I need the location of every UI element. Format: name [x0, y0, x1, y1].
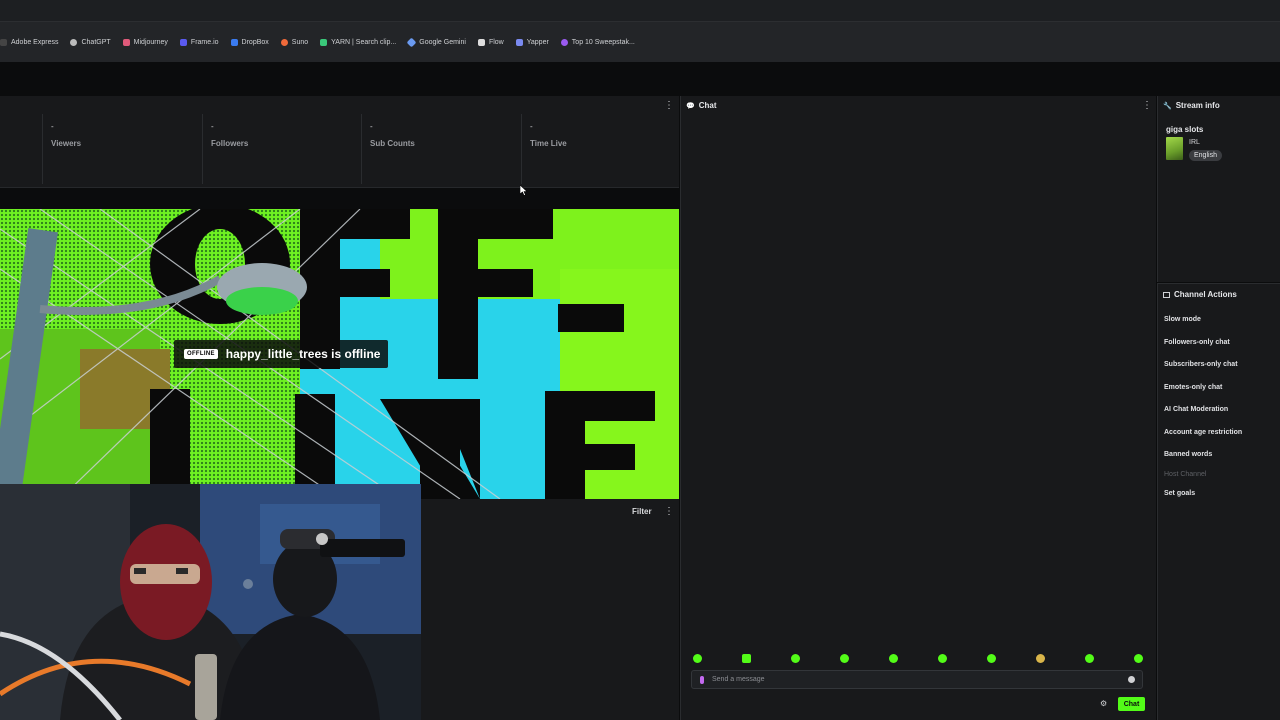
- sweepstakes-icon: [560, 38, 568, 46]
- action-subscribers-only-chat[interactable]: Subscribers-only chat: [1164, 361, 1238, 368]
- chatgpt-icon: [70, 38, 78, 46]
- filter-button[interactable]: Filter: [632, 507, 652, 516]
- lower-panel-menu-icon[interactable]: ⋮: [664, 507, 674, 517]
- stream-title: giga slots: [1166, 125, 1204, 134]
- bookmark-yarn[interactable]: YARN | Search clip...: [320, 38, 396, 46]
- wrench-icon: 🔧: [1163, 102, 1172, 110]
- gemini-icon: [406, 37, 417, 47]
- offline-status-text: happy_little_trees is offline: [225, 347, 381, 361]
- bookmark-sweepstakes[interactable]: Top 10 Sweepstak...: [560, 38, 635, 46]
- flow-icon: [477, 38, 485, 46]
- emote-icon[interactable]: [1134, 654, 1143, 663]
- emote-icon[interactable]: [1085, 654, 1094, 663]
- channel-actions-panel: Channel Actions Slow mode Followers-only…: [1157, 283, 1280, 720]
- bookmark-yapper[interactable]: Yapper: [515, 38, 549, 46]
- bookmark-dropbox[interactable]: DropBox: [230, 38, 269, 46]
- offline-badge: OFFLINE: [184, 349, 218, 359]
- channel-actions-icon: [1163, 291, 1170, 298]
- dropbox-icon: [230, 38, 238, 46]
- yarn-icon: [320, 38, 328, 46]
- chat-panel: 💬 Chat ⋮: [680, 96, 1156, 720]
- bookmark-chatgpt[interactable]: ChatGPT: [70, 38, 111, 46]
- mouse-cursor-icon: [520, 185, 528, 196]
- bookmarks-bar: Adobe Express ChatGPT Midjourney Frame.i…: [0, 22, 1280, 62]
- category-thumbnail: [1166, 137, 1183, 160]
- midjourney-icon: [122, 38, 130, 46]
- chat-message-input[interactable]: Send a message: [691, 670, 1143, 689]
- stat-followers: - Followers: [202, 114, 360, 184]
- webcam-feed-image: [0, 484, 421, 720]
- channel-actions-header: Channel Actions: [1163, 290, 1237, 299]
- action-followers-only-chat[interactable]: Followers-only chat: [1164, 339, 1230, 346]
- yapper-icon: [515, 38, 523, 46]
- chat-menu-icon[interactable]: ⋮: [1142, 101, 1152, 111]
- browser-tab-strip: [0, 0, 1280, 22]
- stat-time-live: - Time Live: [521, 114, 679, 184]
- emote-icon[interactable]: [840, 654, 849, 663]
- bookmark-gemini[interactable]: Google Gemini: [406, 37, 466, 47]
- stream-info-panel: 🔧 Stream info giga slots IRL: [1157, 96, 1280, 282]
- bookmark-midjourney[interactable]: Midjourney: [122, 38, 168, 46]
- stream-category[interactable]: IRL: [1189, 139, 1200, 146]
- chat-settings-gear-icon[interactable]: ⚙: [1100, 699, 1107, 708]
- emote-icon[interactable]: [987, 654, 996, 663]
- chat-send-button[interactable]: Chat: [1118, 697, 1145, 711]
- emote-icon[interactable]: [742, 654, 751, 663]
- adobe-express-icon: [0, 38, 7, 46]
- stat-sub-counts: - Sub Counts: [361, 114, 519, 184]
- emote-icon[interactable]: [889, 654, 898, 663]
- action-host-channel: Host Channel: [1164, 471, 1207, 478]
- emote-icon[interactable]: [1036, 654, 1045, 663]
- action-slow-mode[interactable]: Slow mode: [1164, 316, 1201, 323]
- bookmark-frameio[interactable]: Frame.io: [179, 38, 219, 46]
- chat-input-placeholder: Send a message: [712, 676, 765, 683]
- stats-menu-icon[interactable]: ⋮: [664, 101, 674, 111]
- stream-stats-panel: ⋮ - Viewers - Followers - Sub Counts - T…: [0, 96, 679, 188]
- emote-icon[interactable]: [791, 654, 800, 663]
- bookmark-flow[interactable]: Flow: [477, 38, 504, 46]
- microphone-icon[interactable]: [700, 675, 704, 684]
- stat-viewers: - Viewers: [42, 114, 200, 184]
- frameio-icon: [179, 38, 187, 46]
- bookmark-suno[interactable]: Suno: [280, 38, 308, 46]
- stream-info-header: 🔧 Stream info: [1163, 101, 1220, 110]
- action-banned-words[interactable]: Banned words: [1164, 451, 1212, 458]
- emoji-picker-icon[interactable]: [1128, 676, 1135, 683]
- action-set-goals[interactable]: Set goals: [1164, 490, 1195, 497]
- action-emotes-only-chat[interactable]: Emotes-only chat: [1164, 384, 1222, 391]
- webcam-overlay: [0, 484, 421, 720]
- chat-header: 💬 Chat: [686, 101, 717, 110]
- emote-icon[interactable]: [938, 654, 947, 663]
- emote-icon[interactable]: [693, 654, 702, 663]
- language-tag[interactable]: English: [1189, 150, 1222, 161]
- action-ai-chat-moderation[interactable]: AI Chat Moderation: [1164, 406, 1228, 413]
- action-account-age-restriction[interactable]: Account age restriction: [1164, 429, 1242, 436]
- chat-bubble-icon: 💬: [686, 102, 695, 110]
- bookmark-adobe-express[interactable]: Adobe Express: [0, 38, 58, 46]
- app-header: [0, 62, 1280, 96]
- suno-icon: [280, 38, 288, 46]
- offline-status-label: OFFLINE happy_little_trees is offline: [174, 340, 388, 368]
